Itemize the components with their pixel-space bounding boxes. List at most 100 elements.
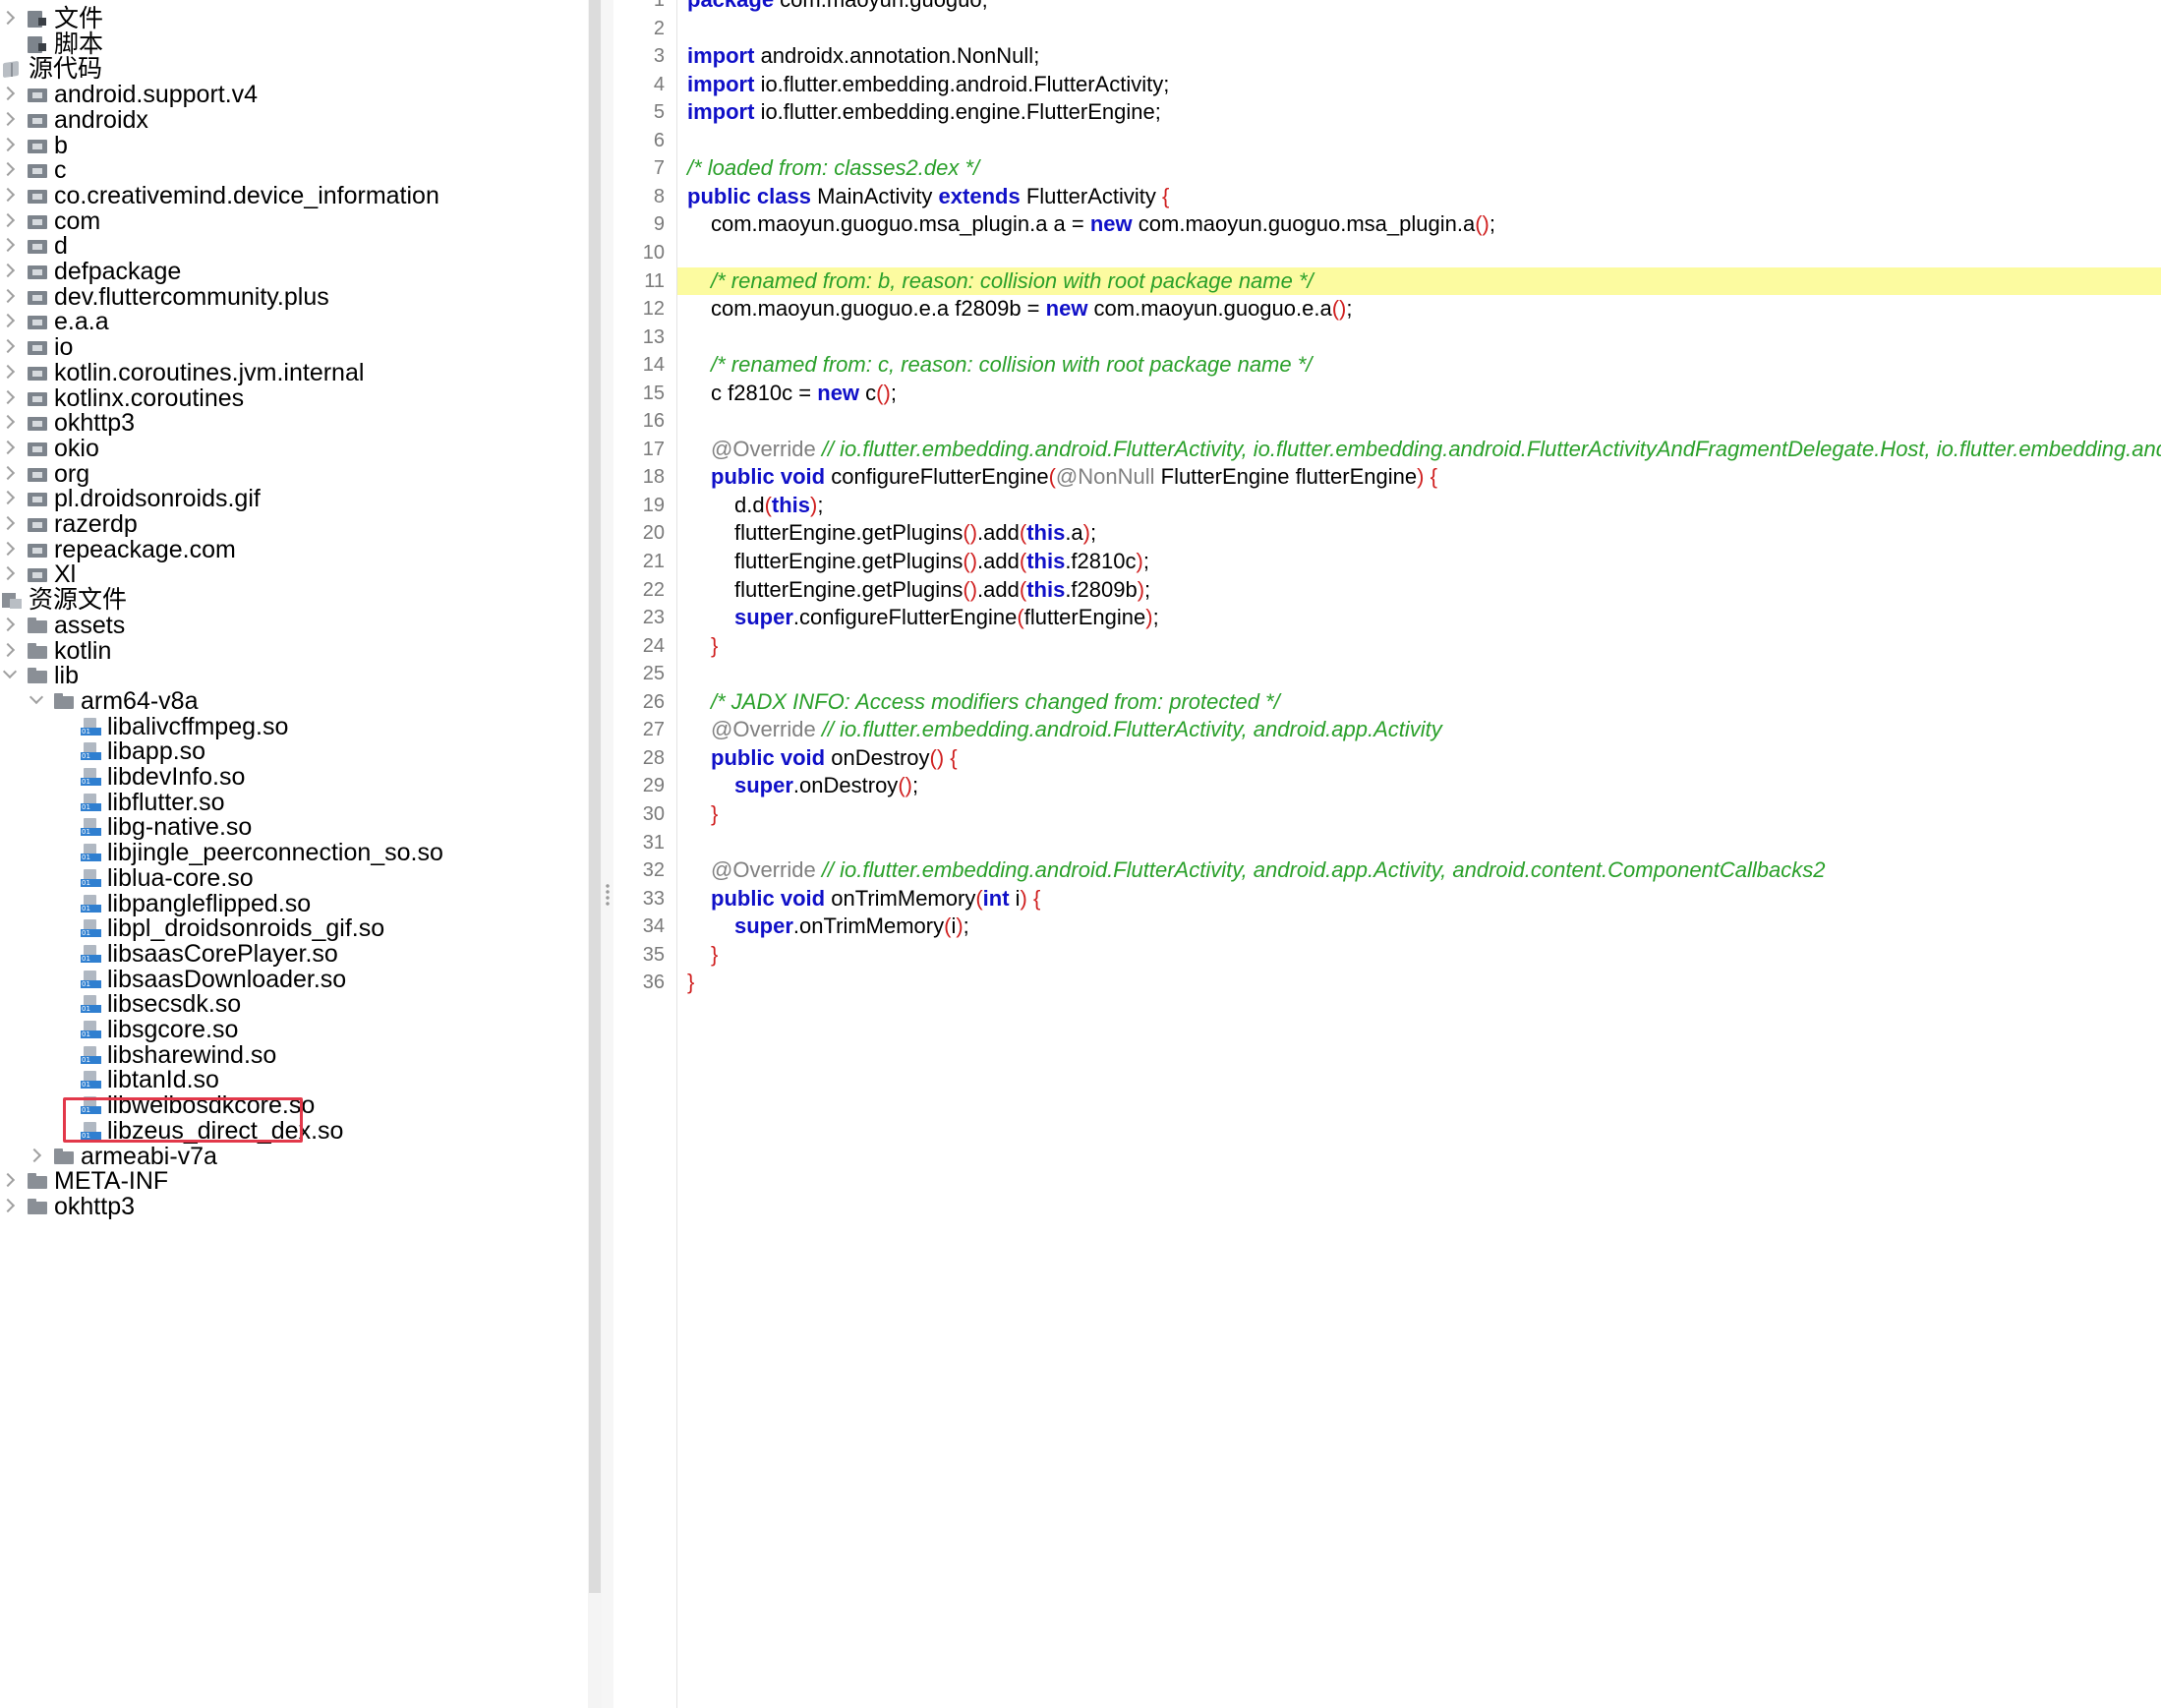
- code-token: (): [1331, 296, 1347, 322]
- line-number: 20: [642, 522, 665, 545]
- code-token: c: [865, 380, 877, 405]
- code-line-highlighted[interactable]: /* renamed from: b, reason: collision wi…: [677, 266, 2161, 295]
- package-icon: [28, 515, 47, 533]
- code-token: .f2810c: [1065, 549, 1137, 573]
- code-line[interactable]: import androidx.annotation.NonNull;: [677, 42, 2161, 70]
- code-line[interactable]: /* loaded from: classes2.dex */: [677, 154, 2161, 182]
- folder-icon: [28, 667, 47, 684]
- code-editor[interactable]: package com.maoyun.guoguo; import android…: [677, 0, 2161, 1708]
- code-line[interactable]: /* renamed from: c, reason: collision wi…: [677, 351, 2161, 379]
- binary-file-icon: [81, 717, 101, 736]
- folder-icon: [54, 1148, 74, 1165]
- code-line[interactable]: c f2810c = new c();: [677, 380, 2161, 407]
- highlight-annotation-box: [63, 1097, 303, 1143]
- code-token: ;: [1152, 605, 1159, 630]
- folder-icon: [28, 617, 47, 634]
- code-line[interactable]: [677, 829, 2161, 856]
- code-token: .onTrimMemory: [792, 913, 945, 939]
- code-token: ;: [911, 773, 919, 798]
- code-keyword: super: [734, 773, 793, 798]
- code-token: flutterEngine.getPlugins: [734, 576, 964, 602]
- code-token: ;: [890, 380, 897, 405]
- code-line[interactable]: package com.maoyun.guoguo;: [677, 0, 2161, 14]
- line-number: 10: [642, 241, 665, 264]
- line-number: 27: [642, 719, 665, 741]
- code-line[interactable]: super.configureFlutterEngine(flutterEngi…: [677, 604, 2161, 631]
- package-icon: [28, 541, 47, 559]
- code-line[interactable]: flutterEngine.getPlugins().add(this.f281…: [677, 548, 2161, 575]
- code-line[interactable]: [677, 660, 2161, 687]
- code-token: FlutterEngine flutterEngine: [1160, 464, 1418, 490]
- code-line[interactable]: /* JADX INFO: Access modifiers changed f…: [677, 688, 2161, 716]
- code-token: }: [711, 632, 719, 658]
- splitter-grip-icon[interactable]: [606, 883, 610, 907]
- code-line[interactable]: public void onTrimMemory(int i) {: [677, 885, 2161, 913]
- package-icon: [28, 389, 47, 407]
- code-line[interactable]: public class MainActivity extends Flutte…: [677, 183, 2161, 210]
- code-line[interactable]: super.onDestroy();: [677, 772, 2161, 799]
- line-number: 3: [653, 45, 665, 68]
- code-line[interactable]: super.onTrimMemory(i);: [677, 913, 2161, 940]
- code-line[interactable]: flutterEngine.getPlugins().add(this.f280…: [677, 576, 2161, 604]
- code-line[interactable]: }: [677, 800, 2161, 828]
- package-icon: [28, 440, 47, 457]
- code-token: ) {: [1020, 885, 1041, 911]
- binary-file-icon: [81, 742, 101, 761]
- binary-file-icon: [81, 995, 101, 1014]
- code-line[interactable]: public void onDestroy() {: [677, 744, 2161, 772]
- binary-file-icon: [81, 793, 101, 811]
- package-icon: [28, 465, 47, 483]
- code-line[interactable]: [677, 127, 2161, 154]
- tree-item-okhttp3[interactable]: okhttp3: [0, 1189, 588, 1224]
- code-line[interactable]: import io.flutter.embedding.android.Flut…: [677, 71, 2161, 98]
- code-line[interactable]: @Override // io.flutter.embedding.androi…: [677, 436, 2161, 463]
- package-icon: [28, 86, 47, 103]
- code-token: ;: [963, 913, 969, 939]
- line-number: 21: [642, 551, 665, 572]
- code-annotation: @NonNull: [1055, 464, 1161, 490]
- code-line[interactable]: }: [677, 969, 2161, 996]
- code-token: .add: [977, 549, 1020, 573]
- code-line[interactable]: d.d(this);: [677, 492, 2161, 519]
- line-number: 23: [642, 607, 665, 629]
- tree-scrollbar-thumb[interactable]: [589, 0, 601, 1593]
- code-annotation: @Override: [711, 857, 822, 883]
- code-line[interactable]: public void configureFlutterEngine(@NonN…: [677, 463, 2161, 491]
- code-line[interactable]: @Override // io.flutter.embedding.androi…: [677, 856, 2161, 884]
- binary-file-icon: [81, 844, 101, 862]
- code-line[interactable]: }: [677, 941, 2161, 969]
- chevron-right-icon[interactable]: [1, 1189, 15, 1224]
- code-line[interactable]: [677, 324, 2161, 351]
- code-token: }: [687, 970, 695, 995]
- code-token: flutterEngine: [1023, 605, 1146, 630]
- code-token: onTrimMemory: [831, 885, 976, 911]
- binary-file-icon: [81, 1045, 101, 1064]
- package-icon: [28, 338, 47, 356]
- code-token: .f2809b: [1065, 576, 1138, 602]
- code-token: configureFlutterEngine: [831, 464, 1049, 490]
- line-number: 1: [653, 0, 665, 11]
- code-line[interactable]: com.maoyun.guoguo.e.a f2809b = new com.m…: [677, 295, 2161, 323]
- line-number: 33: [642, 887, 665, 910]
- script-icon: [28, 35, 47, 53]
- package-icon: [28, 313, 47, 330]
- code-annotation: @Override: [711, 436, 822, 461]
- code-line[interactable]: [677, 407, 2161, 435]
- code-line[interactable]: }: [677, 632, 2161, 660]
- code-line[interactable]: [677, 239, 2161, 266]
- code-line[interactable]: @Override // io.flutter.embedding.androi…: [677, 716, 2161, 743]
- code-line[interactable]: flutterEngine.getPlugins().add(this.a);: [677, 519, 2161, 547]
- code-token: ;: [817, 492, 824, 517]
- code-token: d.d: [734, 492, 765, 517]
- line-number: 4: [653, 73, 665, 95]
- code-line[interactable]: com.maoyun.guoguo.msa_plugin.a a = new c…: [677, 210, 2161, 238]
- code-token: ;: [1142, 549, 1149, 573]
- code-keyword: package: [687, 0, 780, 12]
- code-keyword: public void: [711, 744, 832, 770]
- code-token: () {: [929, 744, 958, 770]
- panel-splitter[interactable]: [602, 0, 613, 1708]
- code-keyword: new: [1089, 211, 1139, 237]
- code-keyword: super: [734, 913, 793, 939]
- code-line[interactable]: [677, 15, 2161, 42]
- code-line[interactable]: import io.flutter.embedding.engine.Flutt…: [677, 98, 2161, 126]
